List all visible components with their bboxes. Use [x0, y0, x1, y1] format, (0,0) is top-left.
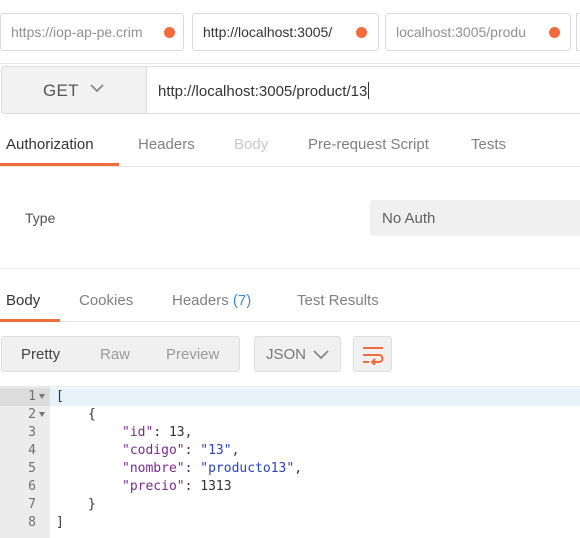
auth-type-select[interactable]: No Auth — [370, 200, 580, 236]
request-tab[interactable]: localhost:3005/produ — [385, 13, 571, 51]
auth-type-value: No Auth — [382, 210, 436, 227]
format-select[interactable]: JSON — [254, 336, 341, 372]
response-body-editor[interactable]: 1 [ 2 { 3 "id": 13, 4 "codigo": "13", 5 … — [0, 386, 580, 538]
tab-pre-request-script[interactable]: Pre-request Script — [308, 136, 429, 153]
tab-body[interactable]: Body — [234, 136, 268, 153]
active-tab-indicator — [0, 319, 60, 322]
tab-tests[interactable]: Tests — [471, 136, 506, 153]
code-line: 6 "precio": 1313 — [0, 478, 580, 496]
code-text: ] — [56, 515, 64, 530]
preview-button[interactable]: Preview — [166, 346, 219, 363]
code-text: "id": 13, — [122, 425, 193, 440]
request-tab-title: localhost:3005/produ — [396, 24, 526, 40]
json-key: "nombre" — [122, 461, 185, 476]
fold-arrow-icon[interactable] — [39, 394, 45, 399]
request-tab-title: https://iop-ap-pe.crim — [11, 24, 143, 40]
code-text: "precio": 1313 — [122, 479, 232, 494]
raw-button[interactable]: Raw — [100, 346, 130, 363]
chevron-down-icon — [313, 350, 329, 360]
json-key: "codigo" — [122, 443, 185, 458]
code-text: "codigo": "13", — [122, 443, 240, 458]
view-mode-group: Pretty Raw Preview — [1, 336, 240, 372]
next-tab-edge — [576, 13, 580, 51]
tab-headers[interactable]: Headers — [138, 136, 195, 153]
fold-arrow-icon[interactable] — [39, 412, 45, 417]
line-number: 8 — [28, 515, 36, 530]
code-line: 1 [ — [0, 388, 580, 406]
json-value: 1313 — [200, 479, 232, 494]
wrap-lines-button[interactable] — [353, 336, 392, 372]
line-number: 7 — [28, 497, 36, 512]
code-text: { — [88, 407, 96, 422]
pretty-button[interactable]: Pretty — [21, 346, 60, 363]
response-tabs: Body Cookies Headers (7) Test Results — [0, 282, 580, 322]
tab-response-body[interactable]: Body — [6, 292, 40, 309]
headers-count-badge: (7) — [232, 292, 252, 309]
wrap-lines-icon — [363, 347, 384, 365]
code-text: "nombre": "producto13", — [122, 461, 303, 476]
request-tab[interactable]: https://iop-ap-pe.crim — [0, 13, 184, 51]
tab-test-results[interactable]: Test Results — [297, 292, 379, 309]
request-tab-active[interactable]: http://localhost:3005/ — [192, 13, 379, 51]
json-value: "producto13" — [200, 461, 295, 476]
method-select[interactable]: GET — [1, 66, 147, 114]
json-value: 13 — [168, 425, 185, 440]
url-input[interactable]: http://localhost:3005/product/13 — [147, 66, 580, 114]
tab-cookies[interactable]: Cookies — [79, 292, 133, 309]
tab-response-headers[interactable]: Headers (7) — [172, 292, 251, 309]
tab-authorization[interactable]: Authorization — [6, 136, 94, 153]
code-line: 3 "id": 13, — [0, 424, 580, 442]
line-number: 6 — [28, 479, 36, 494]
section-divider — [0, 268, 580, 269]
line-number: 5 — [28, 461, 36, 476]
active-tab-indicator — [0, 163, 119, 166]
url-text: http://localhost:3005/product/13 — [158, 83, 368, 100]
unsaved-dot-icon — [164, 27, 175, 38]
method-label: GET — [43, 81, 79, 100]
json-value: "13" — [200, 443, 232, 458]
json-key: "precio" — [122, 479, 185, 494]
line-number: 3 — [28, 425, 36, 440]
code-line: 7 } — [0, 496, 580, 514]
code-line: 5 "nombre": "producto13", — [0, 460, 580, 478]
chevron-down-icon — [90, 84, 104, 93]
request-tab-title: http://localhost:3005/ — [203, 24, 333, 40]
request-tab-strip: https://iop-ap-pe.crim http://localhost:… — [0, 0, 580, 64]
json-key: "id" — [122, 425, 154, 440]
code-text: [ — [56, 389, 64, 404]
line-number: 1 — [28, 389, 36, 404]
code-line: 4 "codigo": "13", — [0, 442, 580, 460]
text-caret — [368, 82, 370, 99]
request-tabs: Authorization Headers Body Pre-request S… — [0, 126, 580, 167]
unsaved-dot-icon — [356, 27, 367, 38]
unsaved-dot-icon — [549, 27, 560, 38]
code-line: 2 { — [0, 406, 580, 424]
format-value: JSON — [266, 346, 307, 363]
code-line: 8 ] — [0, 514, 580, 532]
line-number: 2 — [28, 407, 36, 422]
line-number: 4 — [28, 443, 36, 458]
tab-response-headers-label: Headers — [172, 292, 229, 309]
code-text: } — [88, 497, 96, 512]
auth-type-label: Type — [25, 210, 56, 226]
